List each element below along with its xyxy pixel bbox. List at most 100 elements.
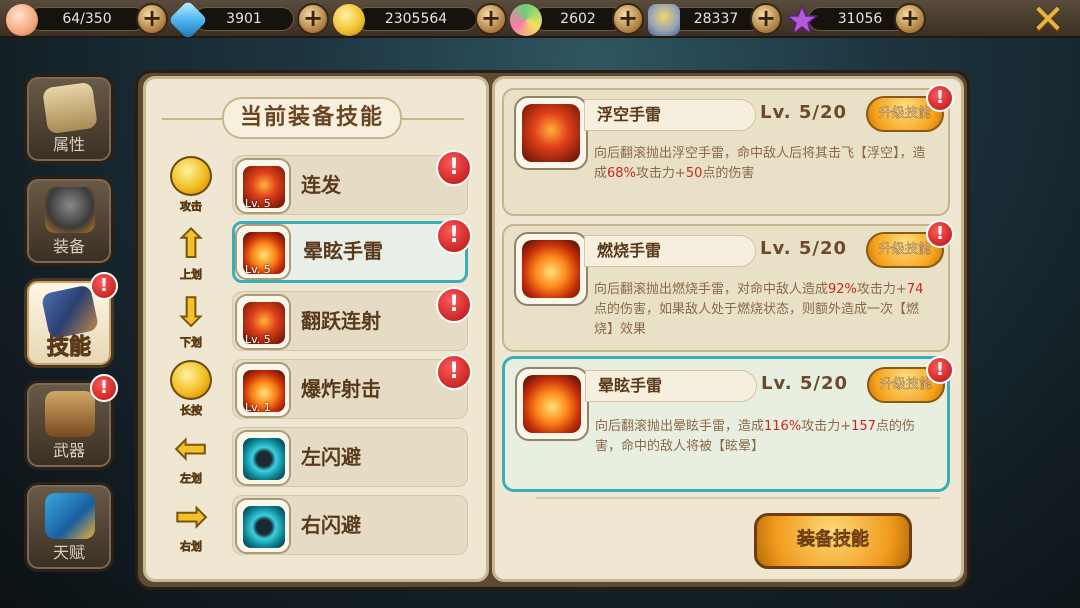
desc-text: 攻击力+ (801, 419, 852, 434)
skill-icon-frame (514, 96, 588, 170)
skill-icon-frame (514, 232, 588, 306)
control-hold: 长按 (166, 360, 216, 418)
tab-attributes[interactable]: 属性 (24, 74, 114, 164)
skill-level: Lv. 5/20 (760, 102, 847, 123)
damage-percent: 116% (764, 419, 802, 434)
skill-icon-frame: Lv. 5 (235, 294, 291, 350)
honor-counter: 28337 (648, 4, 766, 36)
desc-text: 向后翻滚抛出燃烧手雷，对命中敌人造成 (594, 282, 829, 297)
skill-icon-frame: Lv. 5 (235, 224, 291, 280)
talent-arrow-icon (45, 493, 95, 539)
weapons-alert-badge: ! (90, 374, 118, 402)
alert-badge: ! (436, 354, 472, 390)
desc-text: 攻击力+ (635, 166, 686, 181)
control-swipe-left: ⬅ 左划 (166, 425, 216, 486)
header-divider (162, 118, 222, 120)
skill-level: Lv. 5 (245, 197, 271, 210)
skill-level: Lv. 5 (245, 263, 271, 276)
control-label: 上划 (180, 268, 203, 282)
tab-label: 属性 (52, 135, 85, 154)
add-candy-button[interactable]: + (612, 3, 644, 35)
candy-value: 2602 (532, 7, 624, 31)
close-button[interactable]: ✕ (1028, 0, 1068, 40)
equipped-skill-row[interactable]: Lv. 5 翻跃连射 (232, 291, 468, 351)
desc-text: 攻击力+ (856, 282, 907, 297)
swipe-right-icon: ➡ (174, 493, 208, 539)
scroll-icon (42, 81, 98, 135)
crystal-value: 3901 (194, 7, 294, 31)
alert-badge: ! (926, 220, 954, 248)
equipped-skill-row-selected[interactable]: Lv. 5 晕眩手雷 (232, 221, 468, 283)
skill-icon-frame: Lv. 5 (235, 158, 291, 214)
divider (536, 497, 940, 499)
honor-value: 28337 (670, 7, 762, 31)
swipe-up-icon: ⬆ (174, 221, 208, 267)
air-grenade-icon (522, 104, 580, 162)
control-label: 下划 (180, 336, 203, 350)
rank-badge-icon (648, 4, 680, 36)
skill-icon-frame (235, 498, 291, 554)
alert-badge: ! (926, 84, 954, 112)
equipped-skill-row[interactable]: 右闪避 (232, 495, 468, 555)
candy-counter: 2602 (510, 4, 628, 36)
fire-grenade-icon (522, 240, 580, 298)
skill-description: 向后翻滚抛出燃烧手雷，对命中敌人造成92%攻击力+74 点的伤害，如果敌人处于燃烧… (594, 280, 934, 340)
swipe-left-icon: ⬅ (174, 425, 208, 471)
skill-name: 浮空手雷 (584, 99, 756, 131)
skill-name: 连发 (301, 173, 341, 197)
skill-icon-frame (515, 367, 589, 441)
skills-alert-badge: ! (90, 272, 118, 300)
skill-card[interactable]: 浮空手雷 Lv. 5/20 升级技能 向后翻滚抛出浮空手雷，命中敌人后将其击飞【… (502, 88, 950, 216)
equip-skill-button[interactable]: 装备技能 (754, 513, 912, 569)
gold-value: 2305564 (355, 7, 477, 31)
skill-name: 晕眩手雷 (303, 239, 383, 263)
skill-card-selected[interactable]: 晕眩手雷 Lv. 5/20 升级技能 向后翻滚抛出晕眩手雷，造成116%攻击力+… (502, 356, 950, 492)
tab-equipment[interactable]: 装备 (24, 176, 114, 266)
purple-star-icon (786, 4, 818, 36)
alert-badge: ! (436, 218, 472, 254)
skill-name: 燃烧手雷 (584, 235, 756, 267)
lollipop-icon (510, 4, 542, 36)
tab-talent[interactable]: 天赋 (24, 482, 114, 572)
skill-card[interactable]: 燃烧手雷 Lv. 5/20 升级技能 向后翻滚抛出燃烧手雷，对命中敌人造成92%… (502, 224, 950, 352)
damage-percent: 68% (607, 166, 636, 181)
peach-icon (6, 4, 38, 36)
alert-badge: ! (436, 287, 472, 323)
skill-name: 爆炸射击 (301, 377, 381, 401)
alert-badge: ! (436, 150, 472, 186)
tab-label: 天赋 (52, 543, 85, 562)
damage-flat: 74 (906, 282, 924, 297)
control-swipe-down: ⬇ 下划 (166, 289, 216, 350)
dodge-left-icon (243, 438, 285, 480)
quiver-icon (45, 391, 95, 437)
damage-flat: 50 (685, 166, 703, 181)
add-honor-button[interactable]: + (750, 3, 782, 35)
add-gold-button[interactable]: + (475, 3, 507, 35)
desc-text: 点的伤害，如果敌人处于燃烧状态，则额外造成一次【燃烧】效果 (594, 302, 920, 337)
skill-name: 晕眩手雷 (585, 370, 757, 402)
equipped-skill-row[interactable]: Lv. 1 爆炸射击 (232, 359, 468, 419)
skill-description: 向后翻滚抛出晕眩手雷，造成116%攻击力+157点的伤害，命中的敌人将被【眩晕】 (595, 417, 935, 457)
tap-icon (170, 156, 212, 196)
desc-text: 向后翻滚抛出晕眩手雷，造成 (595, 419, 765, 434)
add-star-button[interactable]: + (894, 3, 926, 35)
tab-label: 技能 (46, 335, 91, 361)
equipped-skill-row[interactable]: Lv. 5 连发 (232, 155, 468, 215)
helmet-icon (45, 187, 95, 233)
add-crystal-button[interactable]: + (297, 3, 329, 35)
control-label: 右划 (180, 540, 203, 554)
equipped-skill-row[interactable]: 左闪避 (232, 427, 468, 487)
skill-level: Lv. 1 (245, 401, 271, 414)
tab-label: 武器 (52, 441, 85, 460)
skill-name: 右闪避 (301, 513, 361, 537)
stamina-value: 64/350 (28, 7, 146, 31)
control-label: 左划 (180, 472, 203, 486)
add-stamina-button[interactable]: + (136, 3, 168, 35)
swipe-down-icon: ⬇ (174, 289, 208, 335)
header-divider (402, 118, 464, 120)
control-label: 长按 (180, 404, 203, 418)
skill-icon-frame (235, 430, 291, 486)
skill-name: 左闪避 (301, 445, 361, 469)
gold-counter: 2305564 (333, 4, 488, 36)
control-swipe-right: ➡ 右划 (166, 493, 216, 554)
